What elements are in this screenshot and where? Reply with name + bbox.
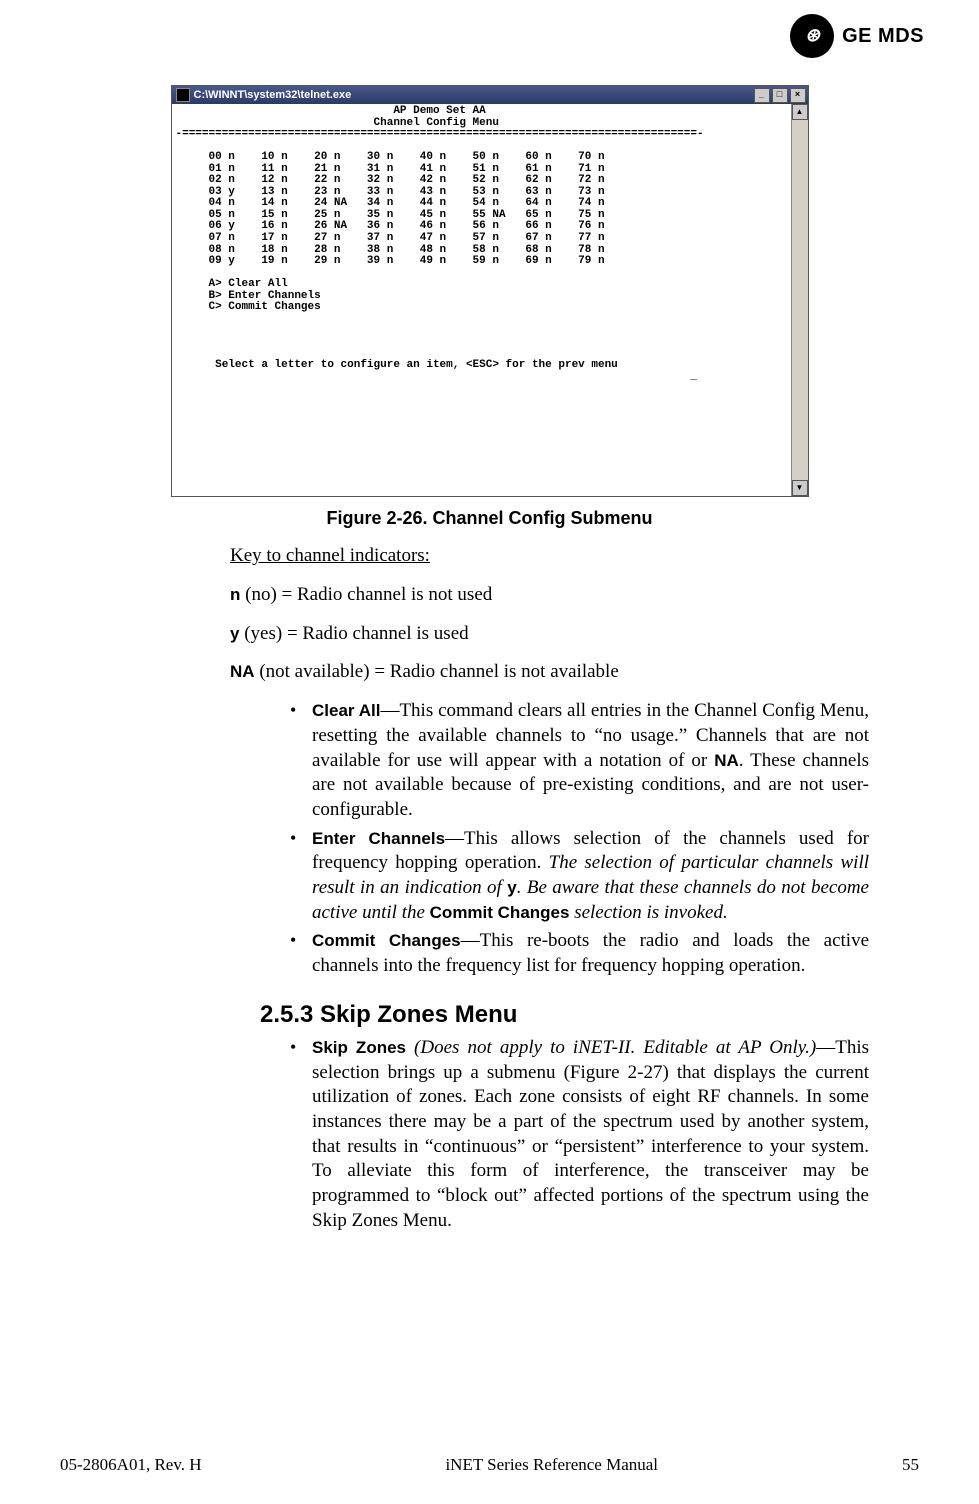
skip-label: Skip Zones xyxy=(312,1038,406,1057)
key-line-y: y (yes) = Radio channel is used xyxy=(230,622,869,647)
app-icon xyxy=(176,88,190,102)
close-icon[interactable]: × xyxy=(790,88,806,103)
minimize-icon[interactable]: _ xyxy=(754,88,770,103)
scrollbar[interactable]: ▲ ▼ xyxy=(791,104,808,496)
key-line-na: NA (not available) = Radio channel is no… xyxy=(230,660,869,685)
code-n: n xyxy=(230,585,240,604)
page-footer: 05-2806A01, Rev. H iNET Series Reference… xyxy=(60,1454,919,1476)
scroll-down-icon[interactable]: ▼ xyxy=(792,480,808,496)
enter-ital3: selection is invoked. xyxy=(569,902,727,923)
text-n: (no) = Radio channel is not used xyxy=(240,584,492,605)
bullet-skip-zones: Skip Zones (Does not apply to iNET-II. E… xyxy=(290,1036,869,1234)
footer-right: 55 xyxy=(902,1454,919,1476)
text-na: (not available) = Radio channel is not a… xyxy=(255,661,619,682)
telnet-window: C:\WINNT\system32\telnet.exe _ □ × AP De… xyxy=(171,85,809,497)
key-line-n: n (no) = Radio channel is not used xyxy=(230,583,869,608)
code-na: NA xyxy=(230,662,255,681)
section-heading: 2.5.3 Skip Zones Menu xyxy=(260,999,869,1030)
bullet-clear-all: Clear All—This command clears all entrie… xyxy=(290,699,869,822)
figure-caption: Figure 2-26. Channel Config Submenu xyxy=(60,507,919,530)
window-title: C:\WINNT\system32\telnet.exe xyxy=(194,88,352,102)
footer-center: iNET Series Reference Manual xyxy=(445,1454,658,1476)
scroll-up-icon[interactable]: ▲ xyxy=(792,104,808,120)
clear-all-na: NA xyxy=(714,751,739,770)
enter-y: y xyxy=(507,878,516,897)
brand-text: GE MDS xyxy=(842,23,924,49)
enter-commit: Commit Changes xyxy=(430,903,570,922)
footer-left: 05-2806A01, Rev. H xyxy=(60,1454,202,1476)
maximize-icon[interactable]: □ xyxy=(772,88,788,103)
telnet-output: AP Demo Set AA Channel Config Menu -====… xyxy=(172,104,791,496)
enter-label: Enter Channels xyxy=(312,829,445,848)
bullet-enter-channels: Enter Channels—This allows selection of … xyxy=(290,827,869,926)
clear-all-label: Clear All xyxy=(312,701,380,720)
bullet-commit-changes: Commit Changes—This re-boots the radio a… xyxy=(290,929,869,978)
skip-ital: (Does not apply to iNET-II. Editable at … xyxy=(406,1037,816,1058)
skip-body: —This selection brings up a submenu (Fig… xyxy=(312,1037,869,1231)
commit-label: Commit Changes xyxy=(312,931,461,950)
ge-monogram-icon: ⊛ xyxy=(790,14,834,58)
brand-logo: ⊛ GE MDS xyxy=(790,14,924,58)
text-y: (yes) = Radio channel is used xyxy=(239,623,468,644)
window-titlebar: C:\WINNT\system32\telnet.exe _ □ × xyxy=(172,86,808,104)
key-heading: Key to channel indicators: xyxy=(230,544,869,569)
